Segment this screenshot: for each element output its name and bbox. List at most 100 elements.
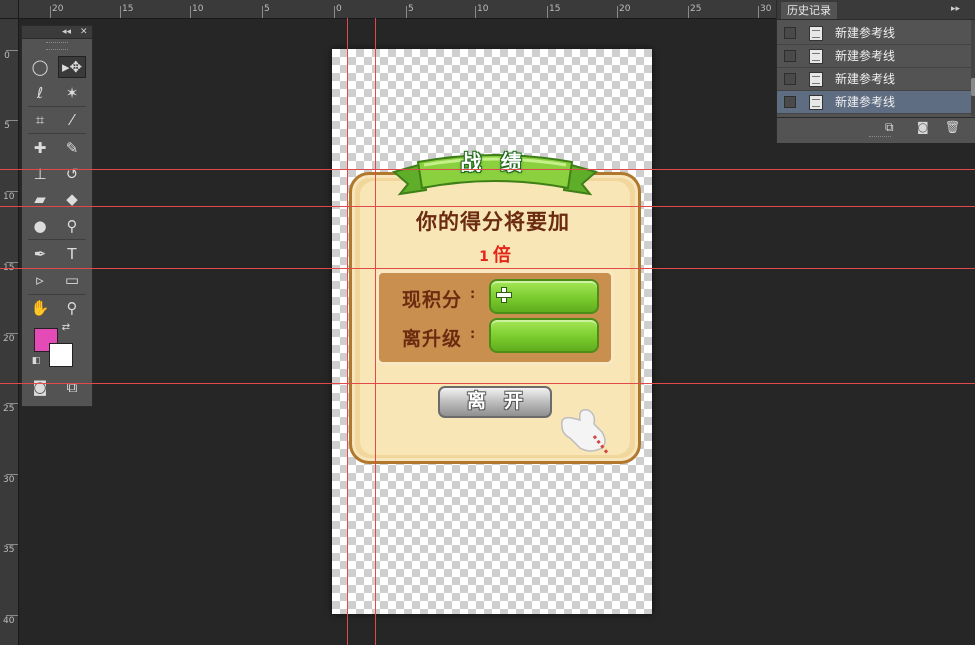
ruler-top-label: 10 <box>477 4 489 14</box>
ruler-tick <box>758 6 759 18</box>
level-up-bar <box>489 318 599 353</box>
lasso-icon[interactable]: ℓ <box>26 82 54 104</box>
history-state-icon <box>809 72 823 87</box>
quick-mask-icon[interactable]: ◙ <box>26 376 54 398</box>
elliptical-marquee-icon[interactable]: ◯ <box>26 56 54 78</box>
rectangle-shape-icon[interactable]: ▭ <box>58 269 86 291</box>
guide-line-horizontal[interactable] <box>0 169 975 170</box>
camera-snapshot-icon[interactable]: ◙ <box>917 120 929 134</box>
guide-line-horizontal[interactable] <box>0 268 975 269</box>
history-item[interactable]: 新建参考线 <box>777 22 971 45</box>
toolbar-separator <box>28 239 86 240</box>
type-icon[interactable]: T <box>58 243 86 265</box>
ruler-top-label: 5 <box>408 4 414 14</box>
history-panel-header: 历史记录 ▸▸ <box>777 0 975 20</box>
crop-icon[interactable]: ⌗ <box>26 109 54 131</box>
trash-icon[interactable]: 🗑 <box>945 120 960 134</box>
guide-line-horizontal[interactable] <box>0 206 975 207</box>
leave-button[interactable]: 离开 <box>438 386 552 418</box>
multiplier-unit: 倍 <box>492 245 511 266</box>
tools-panel: ◂◂ ✕ ◯ ▸✥ ℓ ✶ ⌗ ⁄ ✚ ✎ ⊥ ↺ ▰ ◆ ● ⚲ ✒ T ▹ … <box>21 25 93 407</box>
collapse-icon[interactable]: ◂◂ <box>62 26 71 38</box>
panel-grip[interactable] <box>46 42 68 50</box>
panel-menu-icon[interactable]: ▸▸ <box>951 2 960 17</box>
clone-stamp-icon[interactable]: ⊥ <box>26 163 54 185</box>
move-tool-icon[interactable]: ▸✥ <box>58 56 86 78</box>
eyedropper-icon[interactable]: ⁄ <box>58 109 86 131</box>
ruler-origin[interactable] <box>0 0 19 19</box>
panel-resize-grip[interactable] <box>869 136 891 141</box>
ruler-tick <box>50 6 51 18</box>
history-source-checkbox[interactable] <box>784 73 796 85</box>
toolbar-separator <box>28 106 86 107</box>
history-brush-icon[interactable]: ↺ <box>58 163 86 185</box>
healing-brush-icon[interactable]: ✚ <box>26 137 54 159</box>
multiplier-number: 1 <box>479 249 489 265</box>
swap-colors-icon[interactable]: ⇄ <box>58 321 74 335</box>
close-icon[interactable]: ✕ <box>80 26 88 38</box>
screen-mode-icon[interactable]: ⧉ <box>58 376 86 398</box>
history-state-icon <box>809 26 823 41</box>
guide-line-horizontal[interactable] <box>0 383 975 384</box>
history-state-icon <box>809 95 823 110</box>
default-colors-icon[interactable]: ◧ <box>28 354 44 368</box>
current-points-bar <box>489 279 599 314</box>
ruler-tick <box>6 120 18 121</box>
hand-icon[interactable]: ✋ <box>26 297 54 319</box>
ruler-top-label: 20 <box>52 4 64 14</box>
guide-line-vertical[interactable] <box>375 18 376 645</box>
ruler-top-label: 30 <box>760 4 772 14</box>
ruler-left-label: 25 <box>3 404 15 414</box>
ruler-tick <box>6 544 18 545</box>
ruler-tick <box>190 6 191 18</box>
ruler-tick <box>6 403 18 404</box>
toolbar-separator <box>28 294 86 295</box>
path-selection-icon[interactable]: ▹ <box>26 269 54 291</box>
left-ruler[interactable]: 0 5 10 15 20 25 30 35 40 <box>0 0 19 645</box>
multiplier: 1倍 <box>440 241 550 267</box>
ruler-left-label: 35 <box>3 545 15 555</box>
ruler-left-label: 5 <box>4 121 10 131</box>
history-item-label: 新建参考线 <box>835 26 896 40</box>
pen-icon[interactable]: ✒ <box>26 243 54 265</box>
history-source-checkbox[interactable] <box>784 96 796 108</box>
banner-title: 战 绩 <box>460 151 528 175</box>
history-scrollbar[interactable] <box>971 20 975 116</box>
history-item[interactable]: 新建参考线 <box>777 45 971 68</box>
brush-icon[interactable]: ✎ <box>58 137 86 159</box>
ruler-top-label: 0 <box>336 4 342 14</box>
dodge-icon[interactable]: ⚲ <box>58 215 86 237</box>
current-points-label: 现积分 <box>402 289 463 311</box>
history-panel: 历史记录 ▸▸ 新建参考线 新建参考线 新建参考线 新建参考线 ⧉ ◙ 🗑 <box>776 0 975 143</box>
ruler-tick <box>6 333 18 334</box>
ruler-top-label: 15 <box>549 4 561 14</box>
ruler-left-label: 30 <box>3 475 15 485</box>
history-scrollbar-thumb[interactable] <box>971 78 975 96</box>
history-state-icon <box>809 49 823 64</box>
history-item-active[interactable]: 新建参考线 <box>777 91 971 114</box>
background-color-swatch[interactable] <box>49 343 73 367</box>
magic-wand-icon[interactable]: ✶ <box>58 82 86 104</box>
history-item[interactable]: 新建参考线 <box>777 68 971 91</box>
ruler-tick <box>6 191 18 192</box>
ruler-tick <box>617 6 618 18</box>
plus-icon[interactable] <box>496 287 512 303</box>
ruler-tick <box>6 50 18 51</box>
history-tab[interactable]: 历史记录 <box>781 2 837 19</box>
blur-icon[interactable]: ● <box>26 215 54 237</box>
ruler-left-label: 40 <box>3 616 15 626</box>
ruler-tick <box>262 6 263 18</box>
guide-line-vertical[interactable] <box>347 18 348 645</box>
ruler-tick <box>688 6 689 18</box>
tools-panel-header[interactable]: ◂◂ ✕ <box>22 26 92 39</box>
ruler-tick <box>547 6 548 18</box>
history-source-checkbox[interactable] <box>784 27 796 39</box>
zoom-icon[interactable]: ⚲ <box>58 297 86 319</box>
ruler-top-label: 25 <box>690 4 702 14</box>
new-document-from-state-icon[interactable]: ⧉ <box>885 120 894 134</box>
history-source-checkbox[interactable] <box>784 50 796 62</box>
score-message: 你的得分将要加 <box>416 210 570 234</box>
history-item-label: 新建参考线 <box>835 72 896 86</box>
ruler-top-label: 5 <box>264 4 270 14</box>
ruler-top-label: 20 <box>619 4 631 14</box>
